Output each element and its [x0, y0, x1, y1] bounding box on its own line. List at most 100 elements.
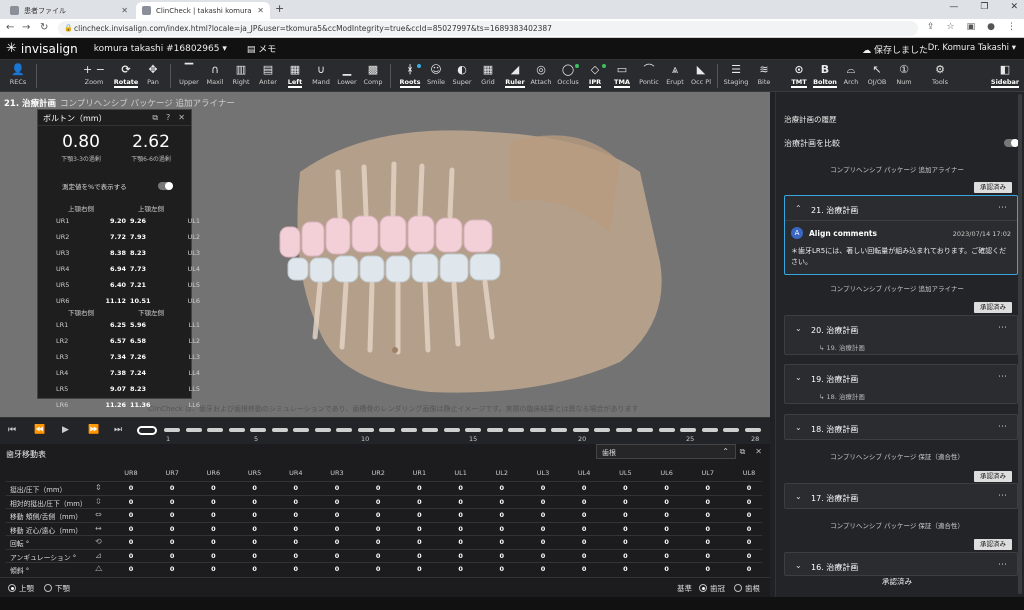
- lower-arch-radio[interactable]: 下顎: [44, 583, 70, 594]
- tma-button[interactable]: ▭ TMA: [607, 62, 637, 90]
- memo-button[interactable]: ▤ メモ: [247, 42, 276, 55]
- view-comp-button[interactable]: ▩ Comp: [358, 62, 388, 90]
- stage-tick[interactable]: [336, 428, 352, 432]
- 3d-viewport[interactable]: 21. 治療計画コンプリヘンシブ パッケージ 追加アライナー ClinChec: [0, 92, 770, 417]
- minimize-icon[interactable]: —: [949, 2, 958, 12]
- stage-tick[interactable]: [185, 428, 202, 432]
- prev-stage-icon[interactable]: ⏪: [34, 425, 45, 435]
- stage-tick[interactable]: [293, 428, 309, 432]
- url-field[interactable]: 🔒 clincheck.invisalign.com/index.html?lo…: [58, 21, 918, 36]
- profile-icon[interactable]: ●: [987, 22, 995, 32]
- view-anter-button[interactable]: ▤ Anter: [253, 62, 283, 90]
- stage-tick[interactable]: [422, 428, 438, 432]
- next-stage-icon[interactable]: ⏩: [88, 425, 99, 435]
- help-icon[interactable]: ?: [166, 113, 170, 123]
- staging-button[interactable]: ☰ Staging: [721, 62, 751, 90]
- close-window-icon[interactable]: ✕: [1010, 2, 1018, 12]
- ipr-button[interactable]: ◇ IPR: [580, 62, 610, 90]
- back-icon[interactable]: ←: [6, 22, 14, 33]
- num-button[interactable]: ① Num: [889, 62, 919, 90]
- more-icon[interactable]: ⋯: [998, 560, 1007, 570]
- occpl-button[interactable]: ◣ Occ Pl: [686, 62, 716, 90]
- plan-card-19[interactable]: ⌄ 19. 治療計画 ⋯ ↳ 18. 治療計画: [784, 364, 1018, 404]
- attach-button[interactable]: ◎ Attach: [526, 62, 556, 90]
- stage-tick[interactable]: [551, 428, 567, 432]
- plan-card-17[interactable]: ⌄ 17. 治療計画 ⋯: [784, 483, 1018, 509]
- play-icon[interactable]: ▶: [62, 425, 69, 435]
- stage-tick[interactable]: [701, 428, 718, 432]
- stage-tick[interactable]: [658, 428, 675, 432]
- close-icon[interactable]: ✕: [121, 6, 128, 15]
- bookmark-star-icon[interactable]: ☆: [947, 22, 955, 32]
- stage-tick[interactable]: [379, 428, 395, 432]
- stage-tick[interactable]: [314, 428, 331, 432]
- close-icon[interactable]: ✕: [178, 113, 185, 123]
- stage-tick[interactable]: [164, 428, 180, 432]
- sidebar-button[interactable]: ◧ Sidebar: [990, 62, 1020, 90]
- stage-tick[interactable]: [443, 428, 460, 432]
- copy-icon[interactable]: ⧉: [740, 447, 746, 457]
- percent-toggle-switch[interactable]: [158, 182, 173, 190]
- occlus-button[interactable]: ◯ Occlus: [553, 62, 583, 90]
- plan-card-18[interactable]: ⌄ 18. 治療計画 ⋯: [784, 414, 1018, 440]
- share-icon[interactable]: ⇪: [927, 22, 935, 32]
- reload-icon[interactable]: ↻: [40, 22, 48, 33]
- upper-arch-radio[interactable]: 上顎: [8, 583, 34, 594]
- stage-tick[interactable]: [228, 428, 245, 432]
- recs-button[interactable]: 👤 RECs: [3, 62, 33, 90]
- more-icon[interactable]: ⋯: [998, 491, 1007, 501]
- more-icon[interactable]: ⋯: [998, 323, 1007, 333]
- current-stage-marker[interactable]: [137, 426, 157, 435]
- new-tab-icon[interactable]: +: [275, 2, 284, 15]
- grid-button[interactable]: ▦ Grid: [473, 62, 503, 90]
- stage-tick[interactable]: [207, 428, 223, 432]
- stage-tick[interactable]: [744, 428, 761, 432]
- ojob-button[interactable]: ↖ OJ/OB: [862, 62, 892, 90]
- stage-tick[interactable]: [357, 428, 374, 432]
- stage-tick[interactable]: [594, 428, 610, 432]
- forward-icon[interactable]: →: [22, 22, 30, 33]
- table-cell: 0: [128, 524, 134, 533]
- patient-selector[interactable]: komura takashi #16802965 ▾: [94, 44, 227, 54]
- extensions-icon[interactable]: ▣: [967, 22, 976, 32]
- browser-tab-patient-file[interactable]: 患者ファイル ✕: [4, 2, 134, 19]
- plan-card-21[interactable]: ⌃ 21. 治療計画 ⋯ A Align comments 2023/07/14…: [784, 195, 1018, 275]
- stage-tick[interactable]: [615, 428, 632, 432]
- stage-tick[interactable]: [529, 428, 546, 432]
- stage-tick[interactable]: [572, 428, 589, 432]
- stage-tick[interactable]: [637, 428, 653, 432]
- first-stage-icon[interactable]: ⏮: [8, 425, 16, 435]
- stage-tick[interactable]: [465, 428, 481, 432]
- rotate-button[interactable]: ⟳ Rotate: [111, 62, 141, 90]
- zoom-button[interactable]: + − Zoom: [79, 62, 109, 90]
- browser-tab-clincheck[interactable]: ClinCheck | takashi komura ✕: [136, 2, 270, 19]
- copy-icon[interactable]: ⧉: [152, 113, 158, 123]
- stage-tick[interactable]: [250, 428, 266, 432]
- plan-card-20[interactable]: ⌄ 20. 治療計画 ⋯ ↳ 19. 治療計画: [784, 315, 1018, 355]
- doctor-menu[interactable]: Dr. Komura Takashi ▾: [928, 43, 1016, 53]
- compare-plans-toggle[interactable]: [1004, 139, 1019, 147]
- crown-radio[interactable]: 歯冠: [699, 583, 725, 594]
- root-selector-dropdown[interactable]: 歯根 ⌃: [596, 444, 736, 459]
- bite-button[interactable]: ≋ Bite: [749, 62, 779, 90]
- tools-button[interactable]: ⚙ Tools: [925, 62, 955, 90]
- view-right-button[interactable]: ▥ Right: [226, 62, 256, 90]
- stage-tick[interactable]: [400, 428, 417, 432]
- close-icon[interactable]: ✕: [755, 447, 762, 457]
- more-icon[interactable]: ⋯: [998, 203, 1007, 213]
- stage-tick[interactable]: [271, 428, 288, 432]
- stage-tick[interactable]: [680, 428, 696, 432]
- stage-tick[interactable]: [508, 428, 524, 432]
- more-icon[interactable]: ⋯: [998, 422, 1007, 432]
- stage-tick[interactable]: [486, 428, 503, 432]
- stage-tick[interactable]: [723, 428, 739, 432]
- last-stage-icon[interactable]: ⏭: [114, 425, 122, 435]
- root-radio[interactable]: 歯根: [734, 583, 760, 594]
- restore-icon[interactable]: ❐: [980, 2, 988, 12]
- menu-kebab-icon[interactable]: ⋮: [1007, 22, 1016, 32]
- sidebar-scrollbar[interactable]: [1018, 94, 1022, 594]
- pan-button[interactable]: ✥ Pan: [138, 62, 168, 90]
- more-icon[interactable]: ⋯: [998, 372, 1007, 382]
- close-icon[interactable]: ✕: [257, 6, 264, 15]
- plan-card-16[interactable]: ⌄ 16. 治療計画 ⋯: [784, 552, 1018, 576]
